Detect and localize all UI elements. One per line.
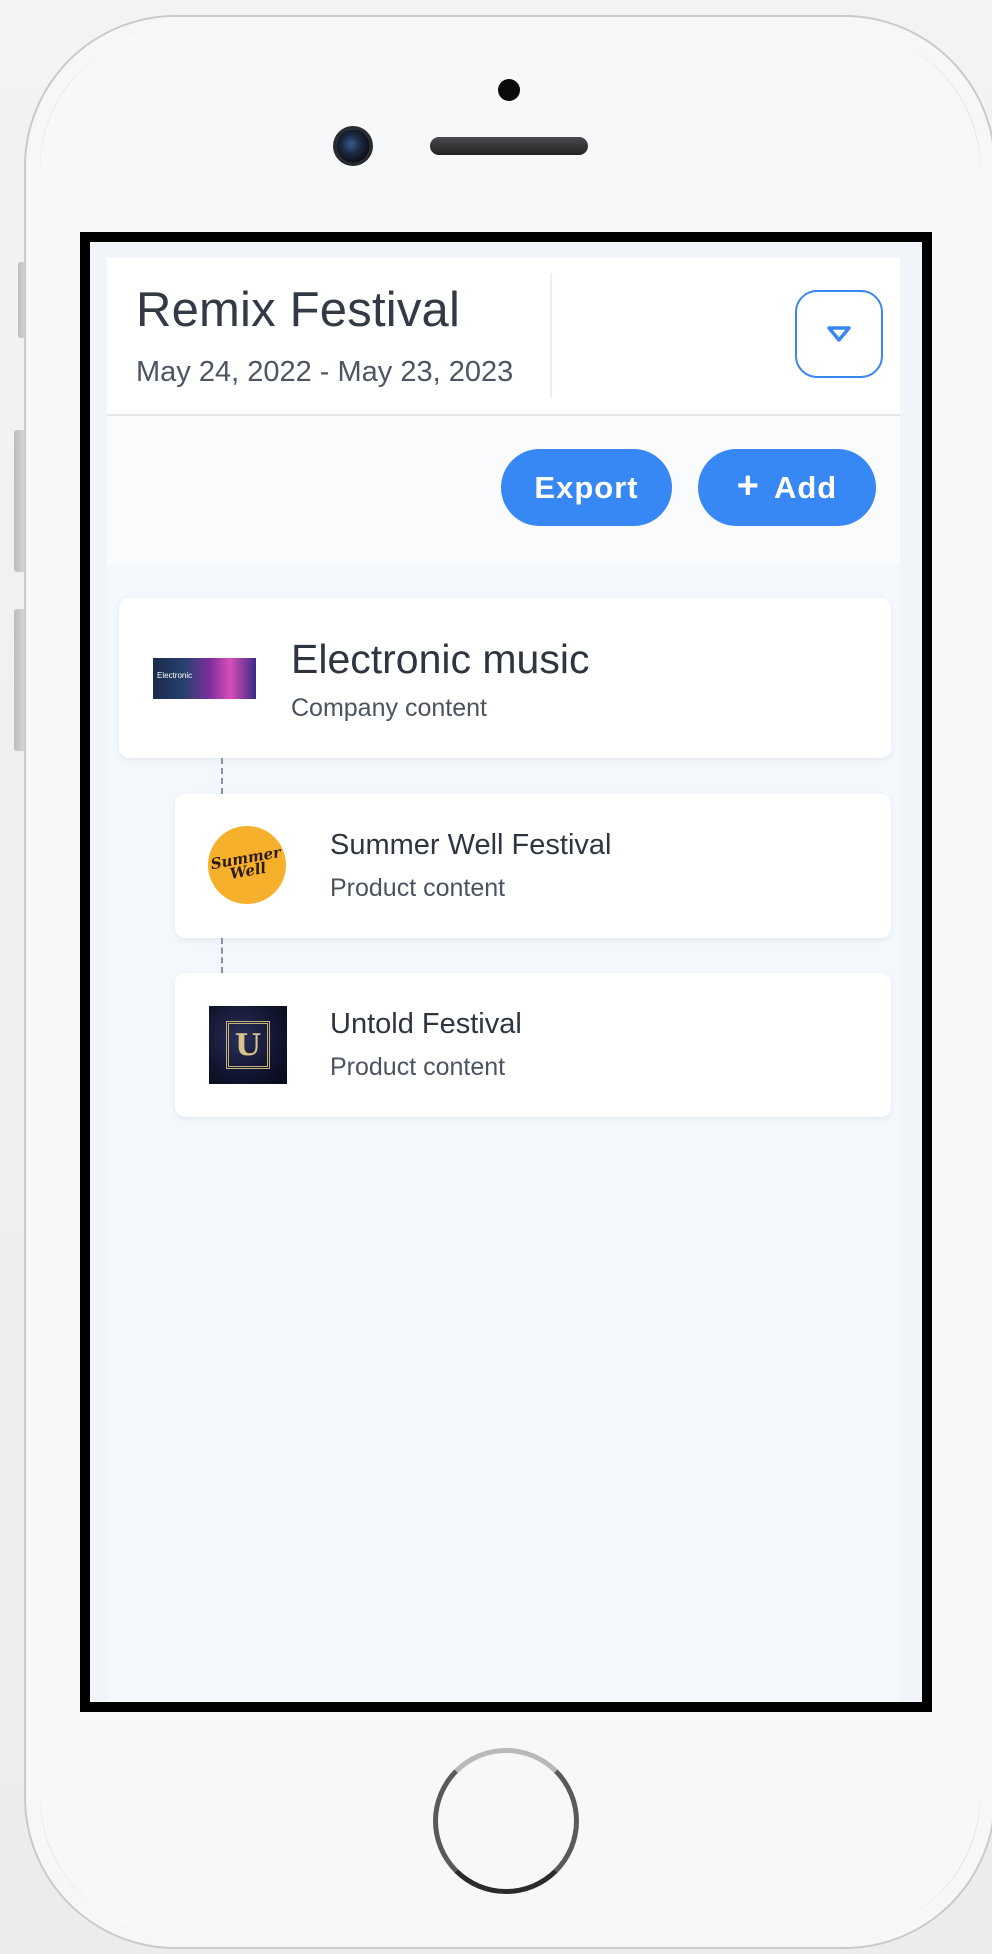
summer-well-logo: Summer Well xyxy=(201,819,293,911)
proximity-sensor xyxy=(498,79,520,101)
page-header: Remix Festival May 24, 2022 - May 23, 20… xyxy=(107,258,900,416)
untold-logo-emblem: U xyxy=(226,1021,270,1069)
plus-icon: + xyxy=(736,464,760,507)
product-title: Summer Well Festival xyxy=(330,829,612,861)
company-title: Electronic music xyxy=(291,636,590,682)
page-title: Remix Festival xyxy=(136,283,461,337)
company-thumbnail: Electronic xyxy=(153,658,256,699)
add-button[interactable]: + Add xyxy=(698,449,876,526)
app-view: Remix Festival May 24, 2022 - May 23, 20… xyxy=(107,258,900,1702)
company-thumbnail-text: Electronic xyxy=(157,671,193,680)
product-subtitle: Product content xyxy=(330,1053,506,1081)
date-range: May 24, 2022 - May 23, 2023 xyxy=(136,356,514,388)
product-title: Untold Festival xyxy=(330,1008,522,1040)
company-subtitle: Company content xyxy=(291,694,487,722)
action-toolbar: Export + Add xyxy=(107,416,900,564)
tree-connector xyxy=(221,758,223,794)
device-mockup: Remix Festival May 24, 2022 - May 23, 20… xyxy=(0,0,992,1954)
untold-logo: U xyxy=(209,1006,287,1084)
product-card[interactable]: U Untold Festival Product content xyxy=(175,973,891,1117)
front-camera xyxy=(336,129,370,163)
product-subtitle: Product content xyxy=(330,874,506,902)
tree-connector xyxy=(221,938,223,973)
home-button[interactable] xyxy=(433,1748,579,1894)
caret-down-icon xyxy=(827,326,851,342)
phone-screen: Remix Festival May 24, 2022 - May 23, 20… xyxy=(80,232,932,1712)
export-button-label: Export xyxy=(534,469,639,505)
export-button[interactable]: Export xyxy=(501,449,672,526)
header-divider xyxy=(550,273,552,398)
earpiece-speaker xyxy=(430,137,588,155)
product-card[interactable]: Summer Well Summer Well Festival Product… xyxy=(175,794,891,938)
summer-well-logo-text: Summer Well xyxy=(209,843,283,883)
untold-logo-text: U xyxy=(234,1027,262,1063)
dropdown-button[interactable] xyxy=(795,290,883,378)
company-card[interactable]: Electronic Electronic music Company cont… xyxy=(119,598,891,758)
add-button-label: Add xyxy=(773,469,838,505)
